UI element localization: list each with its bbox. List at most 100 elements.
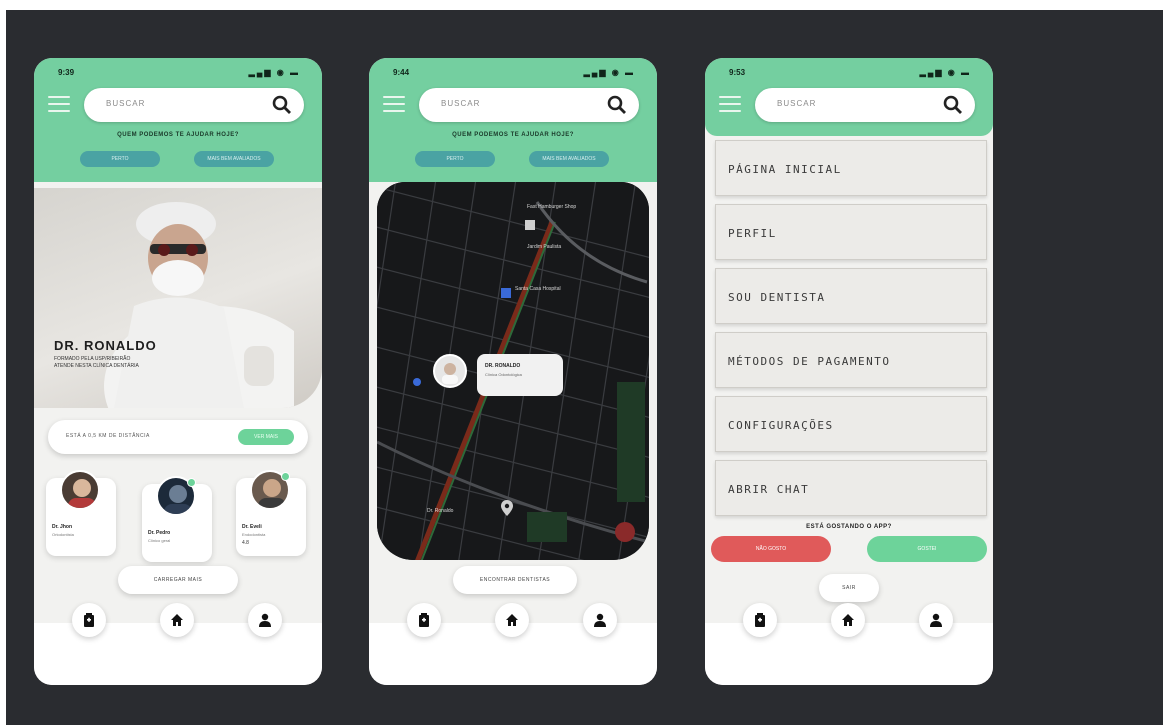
search-placeholder: BUSCAR bbox=[441, 99, 481, 108]
user-icon bbox=[930, 613, 942, 627]
online-indicator bbox=[187, 478, 196, 487]
dentist-map-marker[interactable] bbox=[433, 354, 467, 388]
home-icon bbox=[842, 614, 854, 626]
header: 9:53 ▂▄▆ ◉ ▬ BUSCAR bbox=[705, 58, 993, 136]
menu-item-payment[interactable]: MÉTODOS DE PAGAMENTO bbox=[715, 332, 987, 388]
map-pin-icon[interactable] bbox=[501, 500, 513, 516]
menu-item-label: ABRIR CHAT bbox=[728, 483, 810, 496]
promo-text: QUEM PODEMOS TE AJUDAR HOJE? bbox=[117, 132, 239, 138]
menu-item-label: PERFIL bbox=[728, 227, 777, 240]
dentist-photo bbox=[104, 202, 294, 408]
filter-nearby-button[interactable]: PERTO bbox=[80, 151, 160, 167]
map-label: Fast Hamburger Shop bbox=[527, 204, 577, 210]
filter-top-rated-button[interactable]: MAIS BEM AVALIADOS bbox=[529, 151, 609, 167]
hero-dentist-name: DR. RONALDO bbox=[54, 338, 157, 353]
menu-item-profile[interactable]: PERFIL bbox=[715, 204, 987, 260]
appointments-tab[interactable] bbox=[743, 603, 777, 637]
search-input[interactable]: BUSCAR bbox=[84, 88, 304, 122]
popup-title: DR. RONALDO bbox=[485, 363, 521, 369]
home-tab[interactable] bbox=[495, 603, 529, 637]
header: 9:44 ▂▄▆ ◉ ▬ BUSCAR QUEM PODEMOS TE AJUD… bbox=[369, 58, 657, 182]
status-bar: 9:44 ▂▄▆ ◉ ▬ bbox=[393, 68, 635, 82]
clipboard-icon bbox=[84, 613, 94, 627]
search-input[interactable]: BUSCAR bbox=[419, 88, 639, 122]
canvas-background: 9:39 ▂▄▆ ◉ ▬ BUSCAR QUEM PODEMOS TE AJUD… bbox=[6, 10, 1163, 725]
filter-top-rated-button[interactable]: MAIS BEM AVALIADOS bbox=[194, 151, 274, 167]
user-icon bbox=[259, 613, 271, 627]
promo-text: QUEM PODEMOS TE AJUDAR HOJE? bbox=[452, 132, 574, 138]
home-tab[interactable] bbox=[831, 603, 865, 637]
search-icon[interactable] bbox=[272, 95, 292, 115]
search-icon[interactable] bbox=[943, 95, 963, 115]
phone-menu-screen: 9:53 ▂▄▆ ◉ ▬ BUSCAR PÁGINA INICIAL PERFI… bbox=[705, 58, 993, 685]
search-placeholder: BUSCAR bbox=[106, 99, 146, 108]
menu-item-dentist[interactable]: SOU DENTISTA bbox=[715, 268, 987, 324]
menu-item-home[interactable]: PÁGINA INICIAL bbox=[715, 140, 987, 196]
search-placeholder: BUSCAR bbox=[777, 99, 817, 108]
clipboard-icon bbox=[755, 613, 765, 627]
profile-tab[interactable] bbox=[583, 603, 617, 637]
filter-nearby-button[interactable]: PERTO bbox=[415, 151, 495, 167]
status-time: 9:53 bbox=[729, 68, 746, 77]
map-label: Santa Casa Hospital bbox=[515, 286, 561, 292]
menu-item-label: MÉTODOS DE PAGAMENTO bbox=[728, 355, 891, 368]
menu-item-settings[interactable]: CONFIGURAÇÕES bbox=[715, 396, 987, 452]
menu-item-label: CONFIGURAÇÕES bbox=[728, 419, 834, 432]
find-dentists-button[interactable]: ENCONTRAR DENTISTAS bbox=[453, 566, 577, 594]
dislike-button[interactable]: NÃO GOSTO bbox=[711, 536, 831, 562]
phone-map-screen: 9:44 ▂▄▆ ◉ ▬ BUSCAR QUEM PODEMOS TE AJUD… bbox=[369, 58, 657, 685]
profile-tab[interactable] bbox=[248, 603, 282, 637]
map-label: Dr. Ronaldo bbox=[427, 508, 454, 514]
menu-item-chat[interactable]: ABRIR CHAT bbox=[715, 460, 987, 516]
hero-dentist-description: FORMADO PELA USP/RIBEIRÃO ATENDE NESTA C… bbox=[54, 356, 139, 369]
dentist-card[interactable]: Dr. Eveli Endodontista 4.8 bbox=[236, 470, 306, 556]
map-label: Jardim Paulista bbox=[527, 244, 562, 250]
view-more-button[interactable]: VER MAIS bbox=[238, 429, 294, 445]
online-indicator bbox=[281, 472, 290, 481]
load-more-button[interactable]: CARREGAR MAIS bbox=[118, 566, 238, 594]
dentist-name: Dr. Pedro bbox=[148, 530, 171, 536]
appointments-tab[interactable] bbox=[72, 603, 106, 637]
dentist-card[interactable]: Dr. Jhon Ortodontista bbox=[46, 470, 116, 556]
menu-icon[interactable] bbox=[48, 96, 70, 114]
logout-button[interactable]: SAIR bbox=[819, 574, 879, 602]
menu-icon[interactable] bbox=[719, 96, 741, 114]
dentist-specialty: Ortodontista bbox=[52, 532, 74, 537]
home-icon bbox=[171, 614, 183, 626]
bottom-nav bbox=[705, 603, 993, 685]
menu-icon[interactable] bbox=[383, 96, 405, 114]
status-icons: ▂▄▆ ◉ ▬ bbox=[583, 68, 635, 77]
distance-banner: ESTÁ A 0,5 KM DE DISTÂNCIA VER MAIS bbox=[48, 420, 308, 454]
clipboard-icon bbox=[419, 613, 429, 627]
bottom-nav bbox=[34, 603, 322, 685]
profile-tab[interactable] bbox=[919, 603, 953, 637]
menu-item-label: SOU DENTISTA bbox=[728, 291, 826, 304]
status-bar: 9:39 ▂▄▆ ◉ ▬ bbox=[58, 68, 300, 82]
appointments-tab[interactable] bbox=[407, 603, 441, 637]
dentist-name: Dr. Eveli bbox=[242, 524, 262, 530]
dentist-rating: 4.8 bbox=[242, 540, 249, 546]
search-icon[interactable] bbox=[607, 95, 627, 115]
dentist-map-popup[interactable]: DR. RONALDO Clínica Odontológica bbox=[477, 354, 563, 396]
status-time: 9:44 bbox=[393, 68, 410, 77]
user-icon bbox=[594, 613, 606, 627]
home-icon bbox=[506, 614, 518, 626]
like-button[interactable]: GOSTEI bbox=[867, 536, 987, 562]
menu-item-label: PÁGINA INICIAL bbox=[728, 163, 842, 176]
map-view[interactable]: Fast Hamburger Shop Jardim Paulista Sant… bbox=[377, 182, 649, 560]
feedback-question: ESTÁ GOSTANDO O APP? bbox=[806, 524, 892, 530]
featured-dentist-hero[interactable]: DR. RONALDO FORMADO PELA USP/RIBEIRÃO AT… bbox=[34, 188, 322, 408]
dentist-card[interactable]: Dr. Pedro Clínico geral bbox=[142, 476, 212, 562]
status-icons: ▂▄▆ ◉ ▬ bbox=[248, 68, 300, 77]
header: 9:39 ▂▄▆ ◉ ▬ BUSCAR QUEM PODEMOS TE AJUD… bbox=[34, 58, 322, 182]
status-time: 9:39 bbox=[58, 68, 75, 77]
search-input[interactable]: BUSCAR bbox=[755, 88, 975, 122]
dentist-specialty: Clínico geral bbox=[148, 538, 171, 543]
phone-home-screen: 9:39 ▂▄▆ ◉ ▬ BUSCAR QUEM PODEMOS TE AJUD… bbox=[34, 58, 322, 685]
home-tab[interactable] bbox=[160, 603, 194, 637]
bottom-nav bbox=[369, 603, 657, 685]
dentist-specialty: Endodontista bbox=[242, 532, 266, 537]
avatar bbox=[60, 470, 100, 510]
popup-subtitle: Clínica Odontológica bbox=[485, 372, 522, 377]
distance-text: ESTÁ A 0,5 KM DE DISTÂNCIA bbox=[66, 433, 150, 439]
